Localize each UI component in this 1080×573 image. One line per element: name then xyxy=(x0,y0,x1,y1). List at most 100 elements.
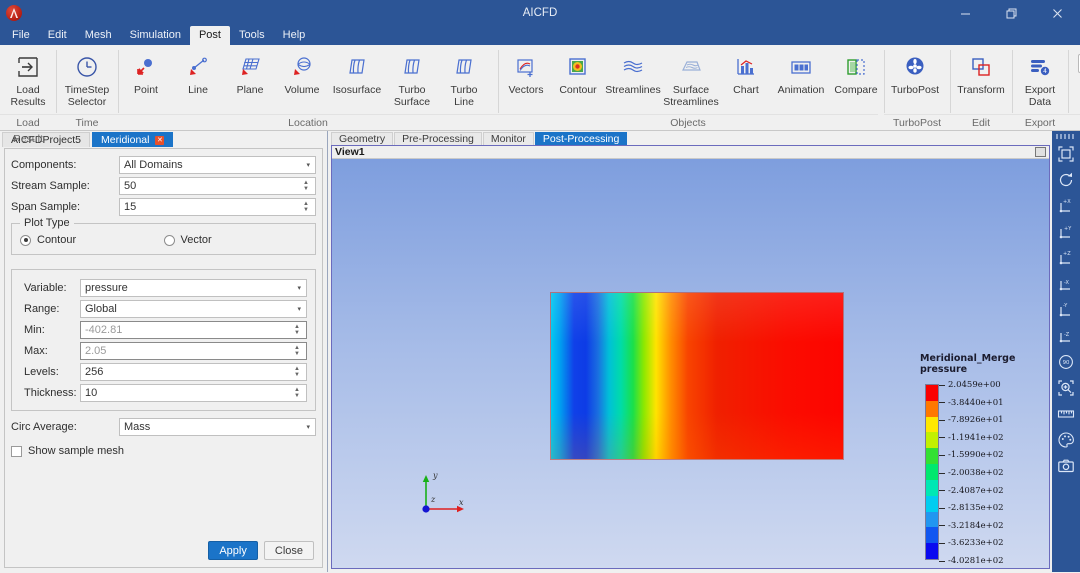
spinner-icon[interactable]: ▲ ▼ xyxy=(292,364,302,380)
span-sample-input[interactable]: 15 ▲ ▼ xyxy=(119,198,316,216)
spinner-icon[interactable]: ▲ ▼ xyxy=(292,343,302,359)
legend-color-band xyxy=(926,479,938,496)
ribbon-button-load-results[interactable]: Load Results xyxy=(2,48,54,108)
circ-average-dropdown[interactable]: Mass ▾ xyxy=(119,418,316,436)
menu-item-edit[interactable]: Edit xyxy=(39,26,76,45)
ribbon-button-line[interactable]: Line xyxy=(172,48,224,97)
menu-item-simulation[interactable]: Simulation xyxy=(121,26,190,45)
components-value: All Domains xyxy=(124,159,183,171)
ribbon-button-streamlines[interactable]: Streamlines xyxy=(604,48,662,97)
turbo-line-icon xyxy=(451,52,477,82)
spinner-icon[interactable]: ▲ ▼ xyxy=(292,322,302,338)
range-dropdown[interactable]: Global ▾ xyxy=(80,300,307,318)
svg-text:+X: +X xyxy=(1063,199,1071,205)
chevron-down-icon: ▾ xyxy=(297,285,301,292)
panel-tab-bar: AICFDProject5 Meridional ✕ xyxy=(0,131,327,147)
menu-item-post[interactable]: Post xyxy=(189,26,230,45)
ribbon-button-plane[interactable]: Plane xyxy=(224,48,276,97)
ribbon-button-vectors[interactable]: Vectors xyxy=(500,48,552,97)
workflow-tab-bar: Geometry Pre-Processing Monitor Post-Pro… xyxy=(328,131,1052,145)
camera-icon[interactable] xyxy=(1054,454,1078,478)
view-minus-x-icon[interactable]: -X xyxy=(1054,272,1078,296)
palette-icon[interactable] xyxy=(1054,428,1078,452)
radio-contour[interactable]: Contour xyxy=(20,234,164,246)
rotate-icon[interactable] xyxy=(1054,168,1078,192)
min-input[interactable]: -402.81 ▲ ▼ xyxy=(80,321,307,339)
panel-tab-label: Meridional xyxy=(101,134,150,146)
legend-color-band xyxy=(926,543,938,559)
view-minus-z-icon[interactable]: -Z xyxy=(1054,324,1078,348)
variable-dropdown[interactable]: pressure ▾ xyxy=(80,279,307,297)
spinner-icon[interactable]: ▲ ▼ xyxy=(301,178,311,194)
view-minus-y-icon[interactable]: -Y xyxy=(1054,298,1078,322)
render-canvas[interactable]: y x z Meridional_Merge pressure 2.0459e+… xyxy=(332,159,1049,568)
max-input[interactable]: 2.05 ▲ ▼ xyxy=(80,342,307,360)
ribbon-group-turbopost: TurboPost TurboPost xyxy=(884,45,950,130)
levels-input[interactable]: 256 ▲ ▼ xyxy=(80,363,307,381)
menu-item-mesh[interactable]: Mesh xyxy=(76,26,121,45)
field-label: Components: xyxy=(11,159,77,171)
ribbon-button-chart[interactable]: Chart xyxy=(720,48,772,97)
components-dropdown[interactable]: All Domains ▾ xyxy=(119,156,316,174)
rotate-90-icon[interactable]: 90 xyxy=(1054,350,1078,374)
ribbon-button-label: Export Data xyxy=(1024,84,1056,108)
ribbon-button-turbopost[interactable]: TurboPost xyxy=(886,48,944,97)
thickness-input[interactable]: 10 ▲ ▼ xyxy=(80,384,307,402)
chevron-down-icon: ▾ xyxy=(297,306,301,313)
ribbon-button-timestep-selector[interactable]: TimeStep Selector xyxy=(58,48,116,108)
svg-text:4: 4 xyxy=(1043,68,1047,75)
ribbon-button-surface-streamlines[interactable]: Surface Streamlines xyxy=(662,48,720,108)
ribbon-group-time: TimeStep Selector Time xyxy=(56,45,118,130)
ribbon-button-label: Animation xyxy=(777,84,825,96)
menu-item-file[interactable]: File xyxy=(3,26,39,45)
center-area: Geometry Pre-Processing Monitor Post-Pro… xyxy=(328,131,1052,572)
ribbon-group-label: Time xyxy=(56,114,118,130)
radio-vector[interactable]: Vector xyxy=(163,234,308,246)
ribbon-button-volume[interactable]: Volume xyxy=(276,48,328,97)
ribbon-button-label: Turbo Surface xyxy=(393,84,431,108)
maximize-box-icon[interactable] xyxy=(1035,147,1046,157)
close-button[interactable]: Close xyxy=(263,541,314,560)
panel-tab-meridional[interactable]: Meridional ✕ xyxy=(92,132,174,147)
animation-icon xyxy=(788,52,814,82)
ruler-icon[interactable] xyxy=(1054,402,1078,426)
ribbon-button-isosurface[interactable]: Isosurface xyxy=(328,48,386,97)
menu-item-help[interactable]: Help xyxy=(274,26,315,45)
checkbox-show-sample-mesh[interactable]: Show sample mesh xyxy=(11,445,316,457)
ribbon-button-contour[interactable]: Contour xyxy=(552,48,604,97)
legend-tick-label: -3.2184e+02 xyxy=(948,520,1004,531)
zoom-box-icon[interactable] xyxy=(1054,376,1078,400)
tab-monitor[interactable]: Monitor xyxy=(482,132,534,145)
view-plus-y-icon[interactable]: +Y xyxy=(1054,220,1078,244)
turbopost-icon xyxy=(902,52,928,82)
legend-color-band xyxy=(926,416,938,433)
svg-text:x: x xyxy=(459,498,464,507)
field-label: Variable: xyxy=(24,282,67,294)
view-plus-x-icon[interactable]: +X xyxy=(1054,194,1078,218)
close-button[interactable] xyxy=(1034,0,1080,26)
spinner-icon[interactable]: ▲ ▼ xyxy=(301,199,311,215)
tab-geometry[interactable]: Geometry xyxy=(331,132,394,145)
minimize-button[interactable] xyxy=(942,0,988,26)
spinner-icon[interactable]: ▲ ▼ xyxy=(292,385,302,401)
ribbon-group-export: 4 Export Data Export xyxy=(1012,45,1068,130)
ribbon-button-transform[interactable]: Transform xyxy=(952,48,1010,97)
menu-item-tools[interactable]: Tools xyxy=(230,26,274,45)
tab-post-processing[interactable]: Post-Processing xyxy=(534,132,628,145)
ribbon-button-compare[interactable]: Compare xyxy=(830,48,882,97)
ribbon-button-turbo-line[interactable]: Turbo Line xyxy=(438,48,490,108)
ribbon-button-point[interactable]: Point xyxy=(120,48,172,97)
toolbar-grip[interactable] xyxy=(1056,134,1076,139)
stream-sample-input[interactable]: 50 ▲ ▼ xyxy=(119,177,316,195)
fit-view-icon[interactable] xyxy=(1054,142,1078,166)
ribbon-button-animation[interactable]: Animation xyxy=(772,48,830,97)
tab-pre-processing[interactable]: Pre-Processing xyxy=(394,132,482,145)
restore-button[interactable] xyxy=(988,0,1034,26)
view-plus-z-icon[interactable]: +Z xyxy=(1054,246,1078,270)
ribbon-button-export-data[interactable]: 4 Export Data xyxy=(1014,48,1066,108)
contour-plot[interactable] xyxy=(550,292,844,460)
close-icon[interactable]: ✕ xyxy=(155,135,165,145)
ribbon-button-turbo-surface[interactable]: Turbo Surface xyxy=(386,48,438,108)
apply-button[interactable]: Apply xyxy=(208,541,258,560)
field-levels: Levels: 256 ▲ ▼ xyxy=(20,362,307,382)
